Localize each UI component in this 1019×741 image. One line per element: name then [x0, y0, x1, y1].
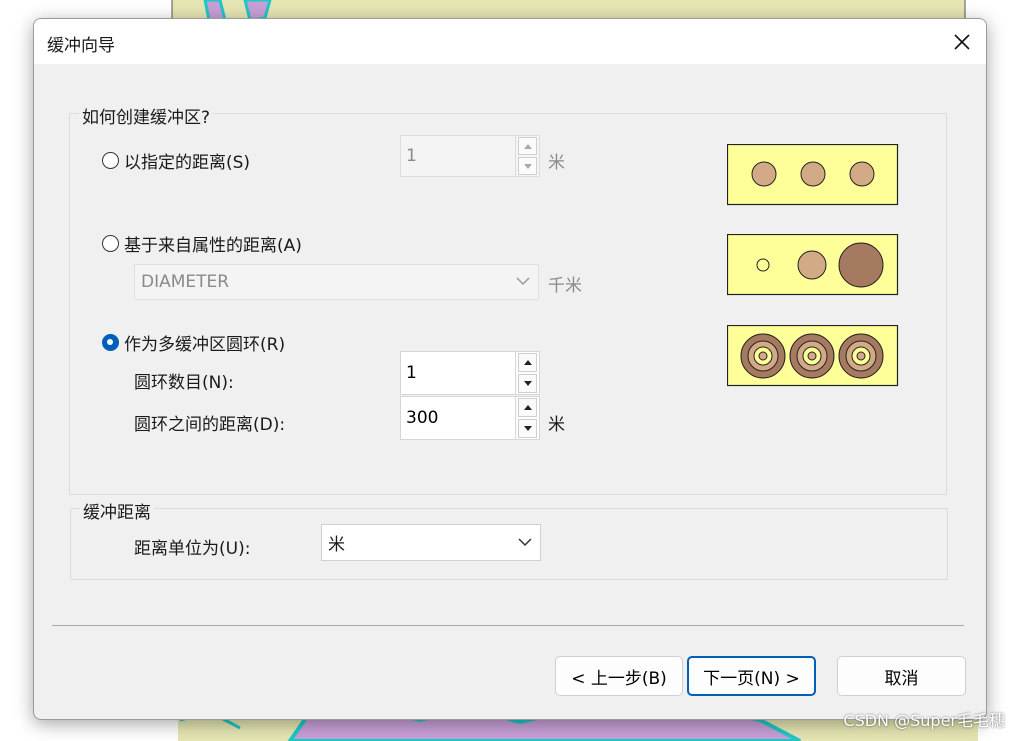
close-icon: [954, 33, 970, 50]
footer-separator: [52, 625, 964, 626]
spin-down-button[interactable]: [518, 157, 537, 175]
distance-unit-label: 距离单位为(U):: [134, 539, 251, 559]
spin-down-button[interactable]: [518, 374, 537, 393]
attribute-field-value: DIAMETER: [141, 272, 230, 292]
spin-down-button[interactable]: [518, 419, 537, 438]
radio-attribute-distance[interactable]: 基于来自属性的距离(A): [102, 231, 302, 256]
cancel-button[interactable]: 取消: [837, 656, 966, 696]
radio-multiple-rings-label: 作为多缓冲区圆环(R): [124, 335, 286, 355]
ring-count-spin-buttons: [516, 351, 540, 395]
distance-unit-value: 米: [328, 535, 345, 555]
chevron-down-icon: [518, 537, 532, 546]
radio-circle: [102, 235, 119, 252]
specified-distance-spinner[interactable]: [400, 135, 540, 177]
ring-distance-spinner[interactable]: [400, 396, 540, 440]
triangle-down-icon: [523, 163, 532, 169]
watermark: CSDN @Super毛毛穗: [843, 711, 1005, 730]
radio-multiple-rings[interactable]: 作为多缓冲区圆环(R): [102, 330, 285, 355]
triangle-up-icon: [523, 143, 532, 149]
chevron-down-icon: [516, 277, 530, 286]
preview-attribute-distance: [727, 234, 899, 296]
preview-specified-distance: [727, 144, 899, 206]
ring-distance-label: 圆环之间的距离(D):: [134, 415, 286, 435]
buffer-wizard-dialog: 缓冲向导 如何创建缓冲区? 以指定的距离(S) 米: [33, 18, 987, 720]
triangle-up-icon: [523, 360, 532, 365]
buffer-distance-group-title: 缓冲距离: [80, 498, 154, 523]
specified-distance-unit: 米: [548, 153, 565, 173]
create-buffer-group-title: 如何创建缓冲区?: [79, 103, 214, 128]
attribute-field-dropdown[interactable]: DIAMETER: [134, 264, 539, 300]
ring-count-input[interactable]: [400, 351, 516, 395]
back-button[interactable]: < 上一步(B): [555, 656, 683, 696]
ring-distance-unit: 米: [548, 415, 565, 435]
preview-multiple-rings: [727, 325, 899, 387]
radio-attribute-distance-label: 基于来自属性的距离(A): [124, 236, 302, 256]
ring-distance-input[interactable]: [400, 396, 516, 440]
distance-unit-dropdown[interactable]: 米: [321, 524, 541, 561]
ring-count-spinner[interactable]: [400, 351, 540, 395]
triangle-up-icon: [523, 405, 532, 410]
triangle-down-icon: [523, 381, 532, 386]
next-button[interactable]: 下一页(N) >: [687, 656, 816, 696]
ring-distance-spin-buttons: [516, 396, 540, 440]
close-button[interactable]: [938, 19, 986, 64]
title-bar: 缓冲向导: [34, 19, 986, 64]
radio-specified-distance-label: 以指定的距离(S): [124, 153, 251, 173]
spin-up-button[interactable]: [518, 353, 537, 372]
radio-circle: [102, 152, 119, 169]
radio-specified-distance[interactable]: 以指定的距离(S): [102, 148, 250, 173]
specified-distance-input[interactable]: [400, 135, 516, 177]
specified-distance-spin-buttons: [516, 135, 540, 177]
radio-circle-selected: [102, 334, 119, 351]
attribute-distance-unit: 千米: [548, 276, 582, 296]
spin-up-button[interactable]: [518, 137, 537, 155]
window-title: 缓冲向导: [47, 36, 115, 56]
spin-up-button[interactable]: [518, 398, 537, 417]
ring-count-label: 圆环数目(N):: [134, 373, 234, 393]
triangle-down-icon: [523, 426, 532, 431]
